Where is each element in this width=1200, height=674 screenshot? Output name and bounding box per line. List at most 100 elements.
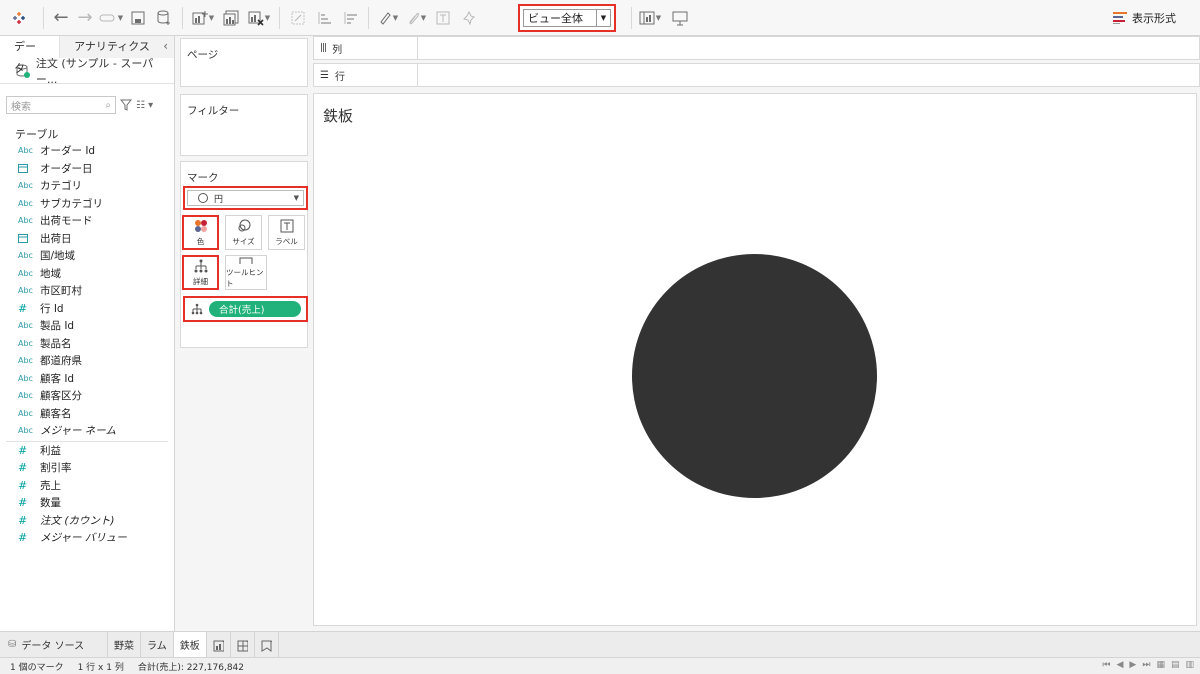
dimension-field[interactable]: Abc メジャー ネーム bbox=[0, 422, 174, 440]
show-mark-labels-icon[interactable] bbox=[430, 4, 456, 32]
field-label: 行 Id bbox=[40, 302, 64, 315]
pages-card[interactable]: ページ bbox=[180, 38, 308, 87]
field-label: 顧客名 bbox=[40, 407, 72, 420]
dimension-field[interactable]: Abc オーダー Id bbox=[0, 142, 174, 160]
dimension-field[interactable]: Abc 地域 bbox=[0, 265, 174, 283]
highlight-pen-icon[interactable]: ▼ bbox=[374, 4, 402, 32]
search-icon: ⌕ bbox=[105, 99, 111, 111]
size-button[interactable]: サイズ bbox=[225, 215, 262, 250]
dimension-field[interactable]: Abc 製品 Id bbox=[0, 317, 174, 335]
filter-icon[interactable] bbox=[120, 99, 132, 111]
shelves-pane: ページ フィルター マーク 円 ▼ 色 サイズ ラベル 詳細 ツールヒント 合計… bbox=[176, 36, 311, 631]
prev-page-icon[interactable]: ◀ bbox=[1117, 660, 1124, 670]
label-button[interactable]: ラベル bbox=[268, 215, 305, 250]
measure-field[interactable]: # 利益 bbox=[0, 442, 174, 460]
measure-field[interactable]: # メジャー バリュー bbox=[0, 529, 174, 547]
dimension-field[interactable]: Abc 顧客名 bbox=[0, 405, 174, 423]
tab-datasource[interactable]: ⛁ データ ソース bbox=[0, 631, 108, 658]
show-hide-cards-icon[interactable]: ▼ bbox=[636, 4, 664, 32]
collapse-pane-icon[interactable]: ‹ bbox=[163, 39, 168, 53]
view-canvas[interactable]: 鉄板 bbox=[313, 93, 1197, 626]
duplicate-sheet-icon[interactable] bbox=[218, 4, 244, 32]
dimension-field[interactable]: Abc 顧客 Id bbox=[0, 370, 174, 388]
sort-descending-icon[interactable] bbox=[337, 4, 363, 32]
sum-sales-pill[interactable]: 合計(売上) bbox=[209, 301, 301, 317]
fit-view-select[interactable]: ビュー全体 ▼ bbox=[518, 4, 616, 32]
status-rows-cols: 1 行 x 1 列 bbox=[77, 662, 124, 673]
toolbar-divider bbox=[368, 6, 369, 29]
new-story-icon[interactable] bbox=[255, 631, 279, 658]
measure-list: # 利益 # 割引率 # 売上 # 数量 # 注文 (カウント) # メジャー バリュー bbox=[0, 442, 174, 547]
next-page-icon[interactable]: ▶ bbox=[1129, 660, 1136, 670]
number-type-icon: # bbox=[18, 496, 28, 510]
dimension-field[interactable]: 出荷日 bbox=[0, 230, 174, 248]
sheet-tab-teppan[interactable]: 鉄板 bbox=[173, 631, 207, 658]
filmstrip-view-icon[interactable]: ▥ bbox=[1185, 660, 1194, 670]
dimension-field[interactable]: Abc サブカテゴリ bbox=[0, 195, 174, 213]
detail-button[interactable]: 詳細 bbox=[182, 255, 219, 290]
show-me-button[interactable]: 表示形式 bbox=[1113, 10, 1176, 26]
add-datasource-icon[interactable] bbox=[151, 4, 177, 32]
dimension-field[interactable]: オーダー日 bbox=[0, 160, 174, 178]
dimension-field[interactable]: Abc 製品名 bbox=[0, 335, 174, 353]
string-type-icon: Abc bbox=[18, 146, 33, 156]
tab-analytics[interactable]: アナリティクス bbox=[59, 35, 174, 58]
color-button[interactable]: 色 bbox=[182, 215, 219, 250]
columns-icon: ||| bbox=[320, 43, 327, 53]
first-page-icon[interactable]: ⏮ bbox=[1102, 660, 1110, 670]
pages-card-title: ページ bbox=[187, 49, 219, 61]
mark-type-dropdown[interactable]: 円 ▼ bbox=[183, 186, 308, 210]
tab-data[interactable]: データ bbox=[0, 35, 60, 75]
list-view-icon[interactable]: ▤ bbox=[1171, 660, 1180, 670]
calendar-icon bbox=[18, 163, 40, 174]
rows-label: 行 bbox=[334, 71, 345, 83]
measure-field[interactable]: # 売上 bbox=[0, 477, 174, 495]
new-worksheet-icon[interactable]: ▼ bbox=[188, 4, 218, 32]
measure-field[interactable]: # 数量 bbox=[0, 494, 174, 512]
string-type-icon: Abc bbox=[18, 408, 33, 418]
field-label: 国/地域 bbox=[40, 250, 76, 263]
measure-field[interactable]: # 割引率 bbox=[0, 459, 174, 477]
sheet-tab-vegetables[interactable]: 野菜 bbox=[108, 631, 141, 658]
string-type-icon: Abc bbox=[18, 426, 33, 436]
filters-card[interactable]: フィルター bbox=[180, 94, 308, 156]
dimension-field[interactable]: Abc 出荷モード bbox=[0, 212, 174, 230]
field-label: 割引率 bbox=[40, 462, 72, 475]
forward-icon[interactable]: → bbox=[73, 4, 97, 32]
sheet-tab-lamb[interactable]: ラム bbox=[141, 631, 174, 658]
dimension-field[interactable]: Abc 国/地域 bbox=[0, 247, 174, 265]
dimension-field[interactable]: Abc 顧客区分 bbox=[0, 387, 174, 405]
dimension-field[interactable]: # 行 Id bbox=[0, 300, 174, 318]
tableau-logo-icon[interactable] bbox=[0, 4, 38, 32]
sheet-title: 鉄板 bbox=[323, 107, 354, 125]
tooltip-button-label: ツールヒント bbox=[226, 268, 264, 288]
last-page-icon[interactable]: ⏭ bbox=[1142, 660, 1150, 670]
grid-view-icon[interactable]: ▦ bbox=[1156, 660, 1165, 670]
string-type-icon: Abc bbox=[18, 216, 33, 226]
sort-ascending-icon[interactable] bbox=[311, 4, 337, 32]
undo-history-icon[interactable]: ▼ bbox=[97, 4, 125, 32]
back-icon[interactable]: ← bbox=[49, 4, 73, 32]
rows-shelf[interactable]: ☰ 行 bbox=[313, 63, 1200, 87]
new-worksheet-icon[interactable] bbox=[207, 631, 231, 658]
datasource-item[interactable]: 注文 (サンプル - スーパー... bbox=[0, 57, 174, 86]
measure-field[interactable]: # 注文 (カウント) bbox=[0, 512, 174, 530]
dimension-field[interactable]: Abc カテゴリ bbox=[0, 177, 174, 195]
group-members-icon[interactable]: ▼ bbox=[402, 4, 430, 32]
dimension-field[interactable]: Abc 都道府県 bbox=[0, 352, 174, 370]
presentation-mode-icon[interactable] bbox=[668, 4, 692, 32]
save-icon[interactable] bbox=[125, 4, 151, 32]
dimension-field[interactable]: Abc 市区町村 bbox=[0, 282, 174, 300]
circle-mark[interactable] bbox=[632, 254, 877, 498]
search-input[interactable]: 検索 ⌕ bbox=[6, 96, 116, 114]
field-label: オーダー日 bbox=[40, 162, 93, 175]
swap-rows-columns-icon[interactable] bbox=[285, 4, 311, 32]
tooltip-button[interactable]: ツールヒント bbox=[225, 255, 267, 290]
fix-axes-icon[interactable] bbox=[456, 4, 482, 32]
field-label: メジャー バリュー bbox=[40, 532, 127, 545]
new-dashboard-icon[interactable] bbox=[231, 631, 255, 658]
columns-shelf[interactable]: ||| 列 bbox=[313, 36, 1200, 60]
search-placeholder: 検索 bbox=[11, 101, 31, 113]
view-options-icon[interactable]: ☷ ▾ bbox=[136, 100, 153, 111]
clear-sheet-icon[interactable]: ▼ bbox=[244, 4, 274, 32]
